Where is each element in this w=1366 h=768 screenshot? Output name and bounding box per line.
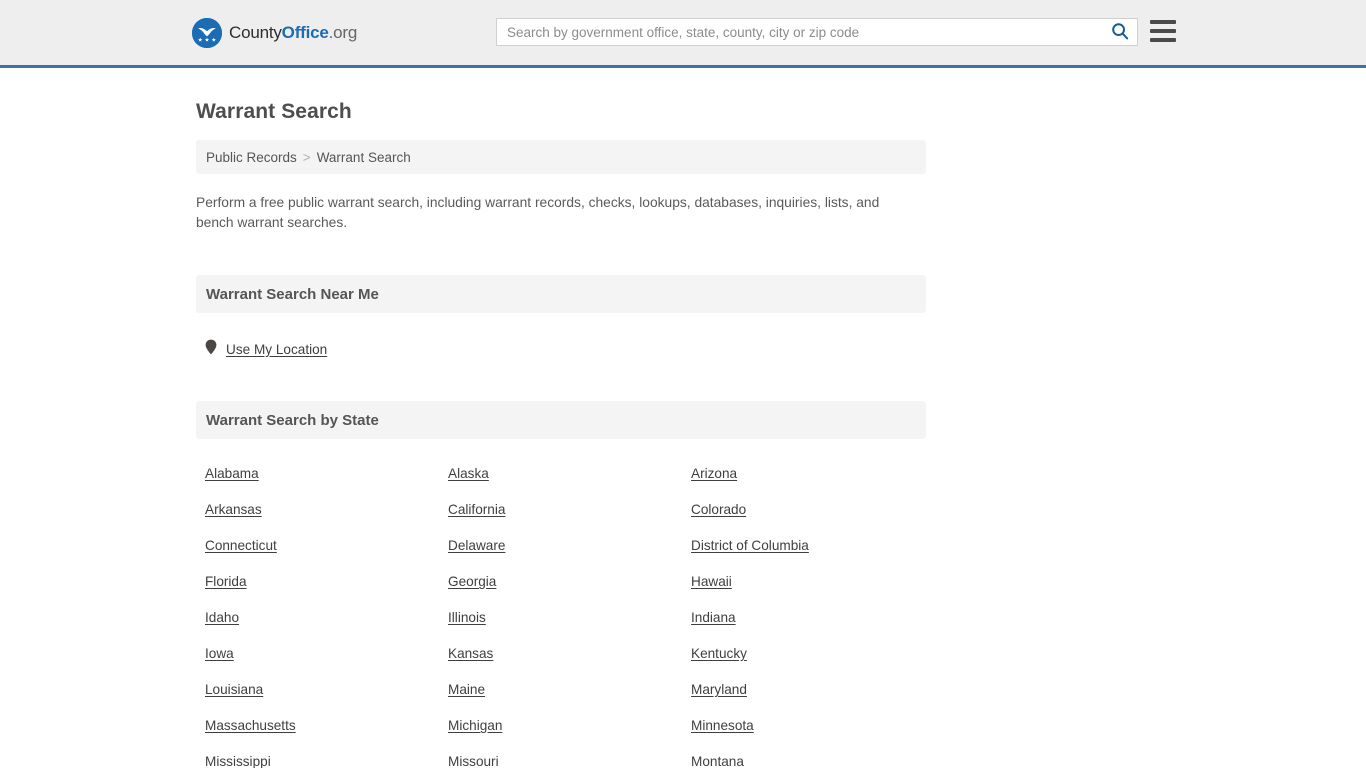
state-link[interactable]: Florida <box>205 574 247 589</box>
state-link[interactable]: District of Columbia <box>691 538 809 553</box>
state-link[interactable]: Maine <box>448 682 485 697</box>
site-logo[interactable]: CountyOffice.org <box>192 18 357 48</box>
state-link[interactable]: Illinois <box>448 610 486 625</box>
search-button[interactable] <box>1103 19 1137 45</box>
logo-text-office: Office <box>281 23 329 42</box>
state-link[interactable]: Indiana <box>691 610 736 625</box>
state-link[interactable]: Massachusetts <box>205 718 296 733</box>
state-link[interactable]: California <box>448 502 505 517</box>
breadcrumb: Public Records > Warrant Search <box>196 140 926 174</box>
breadcrumb-current: Warrant Search <box>316 149 411 165</box>
main-content: Warrant Search Public Records > Warrant … <box>0 68 1366 768</box>
search-icon <box>1111 22 1129 43</box>
state-link[interactable]: Colorado <box>691 502 746 517</box>
page-description: Perform a free public warrant search, in… <box>196 195 880 230</box>
state-link[interactable]: Michigan <box>448 718 502 733</box>
section-header-by-state-label: Warrant Search by State <box>206 411 379 429</box>
section-header-near-me-label: Warrant Search Near Me <box>206 285 379 303</box>
state-link[interactable]: Alaska <box>448 466 489 481</box>
map-pin-icon <box>205 339 217 360</box>
state-link[interactable]: Kentucky <box>691 646 747 661</box>
site-header: CountyOffice.org <box>0 0 1366 68</box>
hamburger-bar-middle <box>1150 29 1176 33</box>
state-link[interactable]: Kansas <box>448 646 493 661</box>
state-link[interactable]: Hawaii <box>691 574 732 589</box>
breadcrumb-separator: > <box>302 149 311 165</box>
section-header-by-state: Warrant Search by State <box>196 401 926 439</box>
search-input[interactable] <box>497 19 1103 45</box>
logo-wordmark: CountyOffice.org <box>229 18 357 48</box>
search-bar[interactable] <box>496 18 1138 46</box>
state-link[interactable]: Minnesota <box>691 718 754 733</box>
hamburger-bar-bottom <box>1150 38 1176 42</box>
state-link-grid: Alabama Alaska Arizona Arkansas California Co… <box>196 466 926 768</box>
hamburger-bar-top <box>1150 20 1176 24</box>
logo-text-org: .org <box>328 23 358 42</box>
county-office-emblem-icon <box>192 18 222 48</box>
state-link[interactable]: Arizona <box>691 466 737 481</box>
logo-text-county: County <box>229 23 282 42</box>
state-link[interactable]: Delaware <box>448 538 505 553</box>
state-link[interactable]: Maryland <box>691 682 747 697</box>
state-link[interactable]: Iowa <box>205 646 234 661</box>
state-link[interactable]: Mississippi <box>205 754 271 768</box>
state-link[interactable]: Arkansas <box>205 502 262 517</box>
state-link[interactable]: Montana <box>691 754 744 768</box>
state-link[interactable]: Georgia <box>448 574 496 589</box>
use-my-location-link[interactable]: Use My Location <box>226 342 327 357</box>
state-link[interactable]: Louisiana <box>205 682 263 697</box>
use-my-location-row[interactable]: Use My Location <box>196 339 926 359</box>
state-link[interactable]: Idaho <box>205 610 239 625</box>
page-title: Warrant Search <box>196 100 352 123</box>
menu-button[interactable] <box>1150 20 1176 42</box>
state-link[interactable]: Alabama <box>205 466 259 481</box>
section-header-near-me: Warrant Search Near Me <box>196 275 926 313</box>
state-link[interactable]: Missouri <box>448 754 499 768</box>
breadcrumb-link-public-records[interactable]: Public Records <box>206 150 297 165</box>
state-link[interactable]: Connecticut <box>205 538 277 553</box>
